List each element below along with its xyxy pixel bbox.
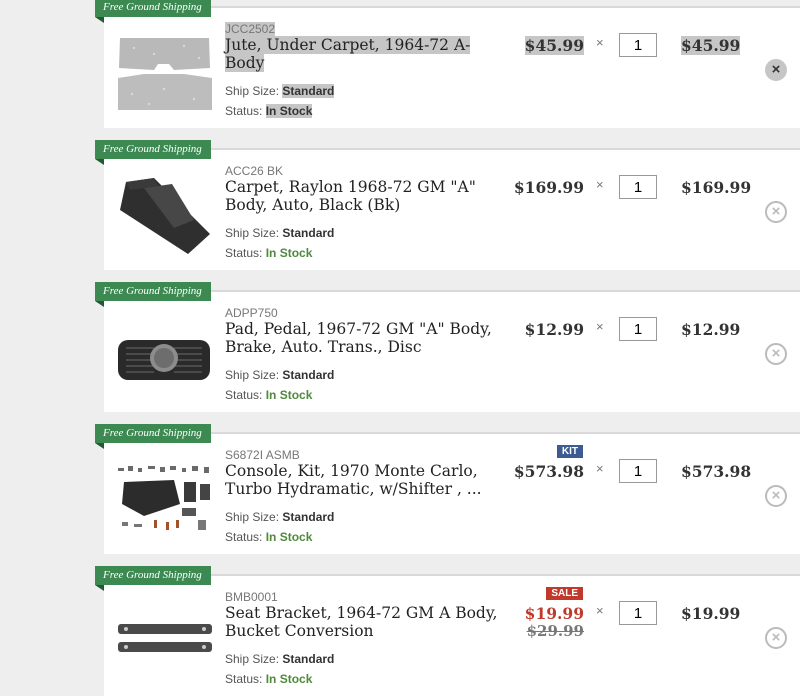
cart-item: Free Ground Shipping JCC2502 Jute, Under…: [95, 0, 800, 128]
kit-badge: KIT: [556, 445, 583, 458]
free-shipping-ribbon: Free Ground Shipping: [95, 282, 211, 307]
line-total: $45.99: [681, 36, 741, 55]
multiply-icon: ×: [596, 603, 604, 618]
item-sku: ACC26 BK: [225, 164, 284, 178]
item-name-link[interactable]: Seat Bracket, 1964-72 GM A Body, Bucket …: [225, 604, 500, 640]
multiply-icon: ×: [596, 461, 604, 476]
item-name-link[interactable]: Jute, Under Carpet, 1964-72 A-Body: [225, 36, 500, 72]
item-name-link[interactable]: Carpet, Raylon 1968-72 GM "A" Body, Auto…: [225, 178, 500, 214]
carpet-image[interactable]: [114, 176, 215, 256]
remove-item-icon[interactable]: ×: [765, 59, 787, 81]
free-shipping-ribbon: Free Ground Shipping: [95, 140, 211, 165]
multiply-icon: ×: [596, 319, 604, 334]
free-shipping-ribbon: Free Ground Shipping: [95, 424, 211, 449]
ship-size: Ship Size: Standard: [225, 84, 335, 98]
ship-size: Ship Size: Standard: [225, 368, 335, 382]
unit-price: $45.99: [524, 36, 584, 55]
quantity-input[interactable]: [619, 459, 657, 483]
item-sku: BMB0001: [225, 590, 278, 604]
stock-status: Status: In Stock: [225, 104, 313, 118]
console-kit-image[interactable]: [114, 460, 215, 540]
item-sku: ADPP750: [225, 306, 278, 320]
stock-status: Status: In Stock: [225, 672, 313, 686]
line-total: $169.99: [681, 178, 752, 197]
left-margin: [0, 0, 97, 691]
quantity-input[interactable]: [619, 175, 657, 199]
sale-price: $19.99: [524, 604, 584, 623]
item-sku: S6872I ASMB: [225, 448, 300, 462]
unit-price: $12.99: [524, 320, 584, 339]
unit-price: $573.98: [513, 462, 584, 481]
remove-item-icon[interactable]: ×: [765, 343, 787, 365]
line-total: $12.99: [681, 320, 741, 339]
stock-status: Status: In Stock: [225, 530, 313, 544]
stock-status: Status: In Stock: [225, 388, 313, 402]
pedal-pad-image[interactable]: [114, 318, 215, 398]
multiply-icon: ×: [596, 35, 604, 50]
original-price: $29.99: [526, 622, 584, 640]
seat-bracket-image[interactable]: [114, 602, 215, 682]
item-name-link[interactable]: Pad, Pedal, 1967-72 GM "A" Body, Brake, …: [225, 320, 500, 356]
unit-price: $169.99: [513, 178, 584, 197]
cart-item: Free Ground Shipping ADPP750 Pad, Pedal,…: [95, 282, 800, 412]
ship-size: Ship Size: Standard: [225, 226, 335, 240]
ship-size: Ship Size: Standard: [225, 652, 335, 666]
sale-badge: SALE: [546, 587, 583, 600]
ship-size: Ship Size: Standard: [225, 510, 335, 524]
cart-item: Free Ground Shipping ACC26 BK Carpet, Ra…: [95, 140, 800, 270]
stock-status: Status: In Stock: [225, 246, 313, 260]
quantity-input[interactable]: [619, 601, 657, 625]
item-sku: JCC2502: [225, 22, 276, 36]
line-total: $573.98: [681, 462, 752, 481]
multiply-icon: ×: [596, 177, 604, 192]
quantity-input[interactable]: [619, 317, 657, 341]
remove-item-icon[interactable]: ×: [765, 201, 787, 223]
line-total: $19.99: [681, 604, 741, 623]
jute-pad-image[interactable]: [114, 34, 215, 114]
item-name-link[interactable]: Console, Kit, 1970 Monte Carlo, Turbo Hy…: [225, 462, 500, 498]
cart-item: Free Ground Shipping S6872I ASMB Console…: [95, 424, 800, 554]
free-shipping-ribbon: Free Ground Shipping: [95, 0, 211, 23]
free-shipping-ribbon: Free Ground Shipping: [95, 566, 211, 591]
remove-item-icon[interactable]: ×: [765, 627, 787, 649]
quantity-input[interactable]: [619, 33, 657, 57]
remove-item-icon[interactable]: ×: [765, 485, 787, 507]
cart-item: Free Ground Shipping BMB0001 Seat Bracke…: [95, 566, 800, 696]
